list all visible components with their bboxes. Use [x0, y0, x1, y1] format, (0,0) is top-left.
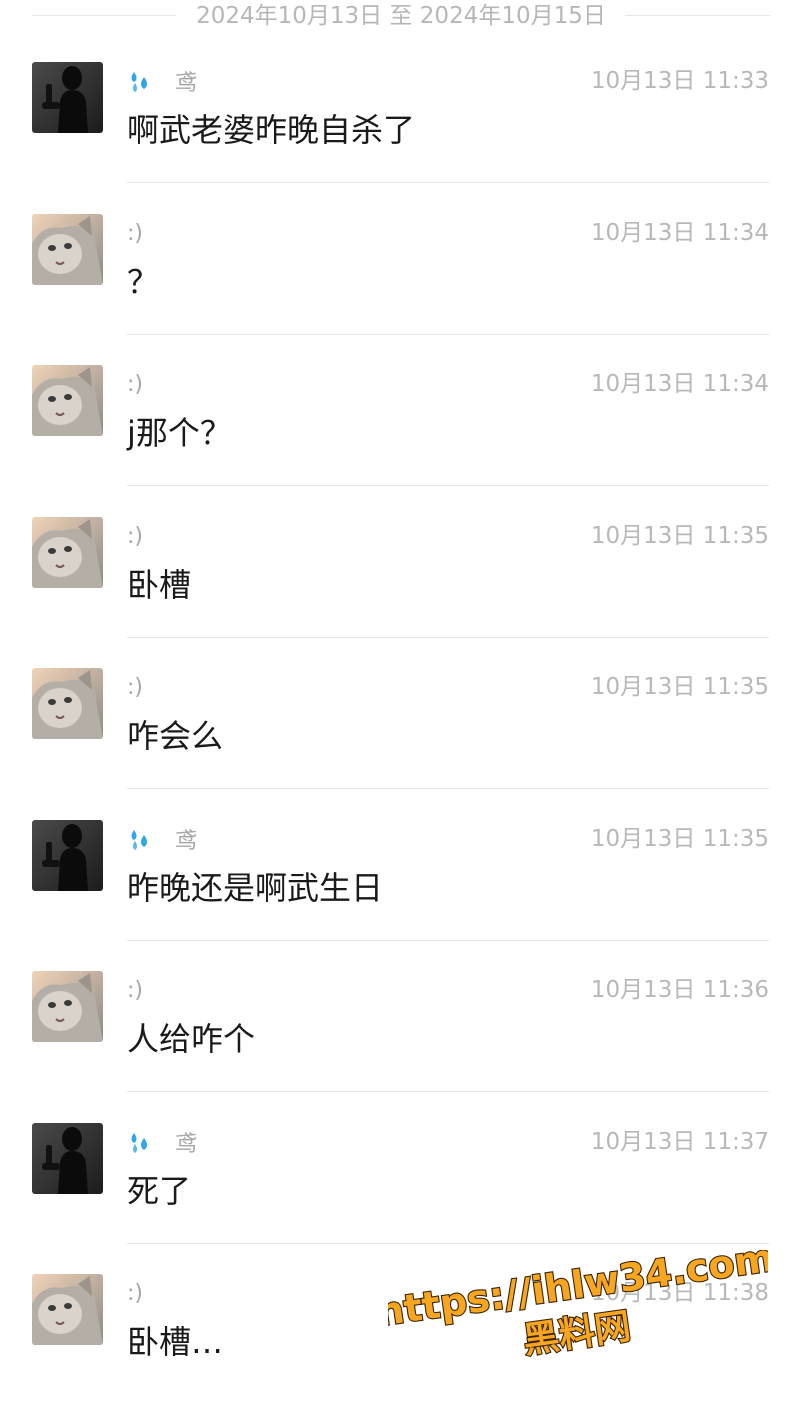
sender-line: 鸢 — [127, 1125, 197, 1159]
message-text: 啊武老婆昨晚自杀了 — [127, 111, 416, 149]
message-text: j那个？ — [127, 414, 232, 452]
sender-name: :) — [127, 523, 143, 549]
droplets-icon — [127, 1129, 153, 1155]
sender-line: 鸢 — [127, 822, 197, 856]
sender-name: :) — [127, 977, 143, 1003]
silhouette-avatar[interactable] — [32, 1123, 103, 1194]
message-text: ？ — [127, 263, 160, 301]
message-divider — [127, 637, 769, 638]
message-timestamp: 10月13日 11:34 — [590, 220, 769, 246]
message-row[interactable]: 鸢 10月13日 11:35 昨晚还是啊武生日 — [0, 820, 800, 971]
message-text: 昨晚还是啊武生日 — [127, 869, 384, 907]
message-row[interactable]: :) 10月13日 11:34 ？ — [0, 214, 800, 365]
message-divider — [127, 334, 769, 335]
cat-avatar[interactable] — [32, 971, 103, 1042]
sender-name: :) — [127, 220, 143, 246]
message-row[interactable]: :) 10月13日 11:38 卧槽… — [0, 1274, 800, 1425]
sender-name: 鸢 — [175, 829, 198, 854]
message-row[interactable]: :) 10月13日 11:35 卧槽 — [0, 517, 800, 668]
message-text: 人给咋个 — [127, 1020, 256, 1058]
message-timestamp: 10月13日 11:37 — [590, 1129, 769, 1155]
cat-avatar[interactable] — [32, 1274, 103, 1345]
message-row[interactable]: :) 10月13日 11:35 咋会么 — [0, 668, 800, 819]
message-timestamp: 10月13日 11:33 — [590, 68, 769, 94]
message-timestamp: 10月13日 11:36 — [590, 977, 769, 1003]
message-divider — [127, 1091, 769, 1092]
cat-avatar[interactable] — [32, 214, 103, 285]
sender-line: :) — [127, 973, 143, 1007]
message-timestamp: 10月13日 11:35 — [590, 674, 769, 700]
message-divider — [127, 788, 769, 789]
message-divider — [127, 940, 769, 941]
sender-line: :) — [127, 367, 143, 401]
message-divider — [127, 1243, 769, 1244]
droplets-icon — [127, 68, 153, 94]
message-row[interactable]: :) 10月13日 11:34 j那个？ — [0, 365, 800, 516]
sender-line: :) — [127, 519, 143, 553]
sender-name: 鸢 — [175, 1132, 198, 1157]
message-divider — [127, 485, 769, 486]
sender-line: :) — [127, 1276, 143, 1310]
message-row[interactable]: 鸢 10月13日 11:37 死了 — [0, 1123, 800, 1274]
message-text: 卧槽… — [127, 1323, 224, 1361]
sender-name: :) — [127, 674, 143, 700]
droplets-icon — [127, 826, 153, 852]
sender-name: :) — [127, 1280, 143, 1306]
cat-avatar[interactable] — [32, 517, 103, 588]
message-timestamp: 10月13日 11:35 — [590, 523, 769, 549]
sender-line: :) — [127, 216, 143, 250]
message-timestamp: 10月13日 11:34 — [590, 371, 769, 397]
message-timestamp: 10月13日 11:38 — [590, 1280, 769, 1306]
message-row[interactable]: :) 10月13日 11:36 人给咋个 — [0, 971, 800, 1122]
message-text: 卧槽 — [127, 566, 192, 604]
silhouette-avatar[interactable] — [32, 820, 103, 891]
date-range-text: 2024年10月13日 至 2024年10月15日 — [196, 3, 606, 29]
message-timestamp: 10月13日 11:35 — [590, 826, 769, 852]
cat-avatar[interactable] — [32, 668, 103, 739]
cat-avatar[interactable] — [32, 365, 103, 436]
date-range-header: 2024年10月13日 至 2024年10月15日 — [32, 0, 770, 34]
date-header-rule-right — [625, 15, 770, 16]
message-text: 咋会么 — [127, 717, 224, 755]
sender-name: 鸢 — [175, 71, 198, 96]
message-row[interactable]: 鸢 10月13日 11:33 啊武老婆昨晚自杀了 — [0, 62, 800, 213]
sender-line: :) — [127, 670, 143, 704]
message-text: 死了 — [127, 1172, 192, 1210]
sender-line: 鸢 — [127, 64, 197, 98]
message-divider — [127, 182, 769, 183]
silhouette-avatar[interactable] — [32, 62, 103, 133]
sender-name: :) — [127, 371, 143, 397]
